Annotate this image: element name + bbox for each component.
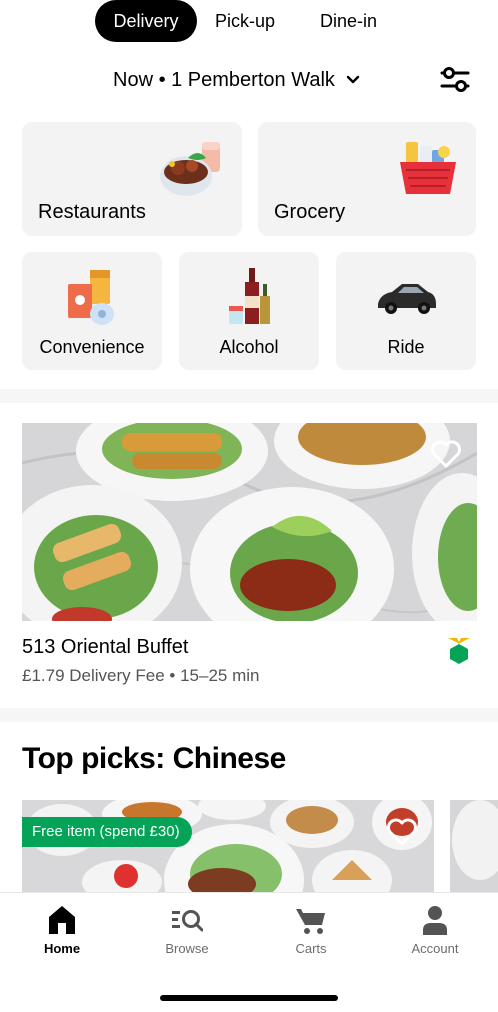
cart-icon [296, 909, 325, 934]
alcohol-bottles-icon [229, 268, 270, 324]
promo-badge: Free item (spend £30) [22, 817, 192, 847]
bottom-nav: Home Browse Carts Account [0, 892, 498, 1012]
chevron-down-icon [346, 75, 360, 84]
mode-pickup-tab[interactable]: Pick-up [215, 0, 275, 42]
filter-sliders-icon[interactable] [437, 64, 473, 96]
convenience-goods-icon [68, 270, 114, 325]
home-indicator [160, 995, 338, 1001]
delivery-location-text: Now • 1 Pemberton Walk [113, 69, 335, 91]
category-ride[interactable]: Ride [336, 252, 476, 370]
heart-outline-icon[interactable] [386, 817, 418, 847]
section-divider [0, 389, 498, 403]
delivery-location-selector[interactable]: Now • 1 Pemberton Walk [113, 62, 361, 98]
store-photo[interactable] [22, 423, 477, 621]
mode-dinein-tab[interactable]: Dine-in [320, 0, 377, 42]
food-spread-image [450, 800, 498, 892]
category-label: Restaurants [38, 201, 146, 223]
browse-search-icon [172, 910, 203, 932]
home-icon [49, 906, 75, 934]
nav-browse[interactable]: Browse [142, 903, 232, 956]
person-icon [423, 906, 447, 935]
nav-account[interactable]: Account [390, 903, 480, 956]
category-label: Ride [387, 337, 425, 357]
mode-delivery-tab[interactable]: Delivery [95, 0, 197, 42]
food-platter-image [22, 423, 477, 621]
grocery-basket-icon [400, 142, 456, 194]
store-delivery-info: £1.79 Delivery Fee • 15–25 min [22, 666, 260, 685]
mode-selector: Delivery Pick-up Dine-in [0, 0, 498, 42]
category-alcohol[interactable]: Alcohol [179, 252, 319, 370]
store-name[interactable]: 513 Oriental Buffet [22, 636, 188, 659]
nav-label: Carts [295, 941, 327, 956]
nav-home[interactable]: Home [17, 903, 107, 956]
section-divider [0, 708, 498, 722]
nav-carts[interactable]: Carts [266, 903, 356, 956]
nav-label: Browse [165, 941, 209, 956]
heart-outline-icon[interactable] [430, 439, 462, 469]
category-label: Convenience [39, 337, 145, 357]
section-title: Top picks: Chinese [22, 742, 286, 775]
nav-label: Home [43, 941, 81, 956]
category-grocery[interactable]: Grocery [258, 122, 476, 236]
nav-label: Account [411, 941, 459, 956]
food-bowl-icon [160, 142, 220, 196]
category-label: Alcohol [219, 337, 279, 357]
category-label: Grocery [274, 201, 346, 223]
category-convenience[interactable]: Convenience [22, 252, 162, 370]
category-restaurants[interactable]: Restaurants [22, 122, 242, 236]
top-eats-badge-icon [448, 638, 470, 664]
car-icon [378, 284, 436, 314]
next-store-photo[interactable] [450, 800, 498, 892]
